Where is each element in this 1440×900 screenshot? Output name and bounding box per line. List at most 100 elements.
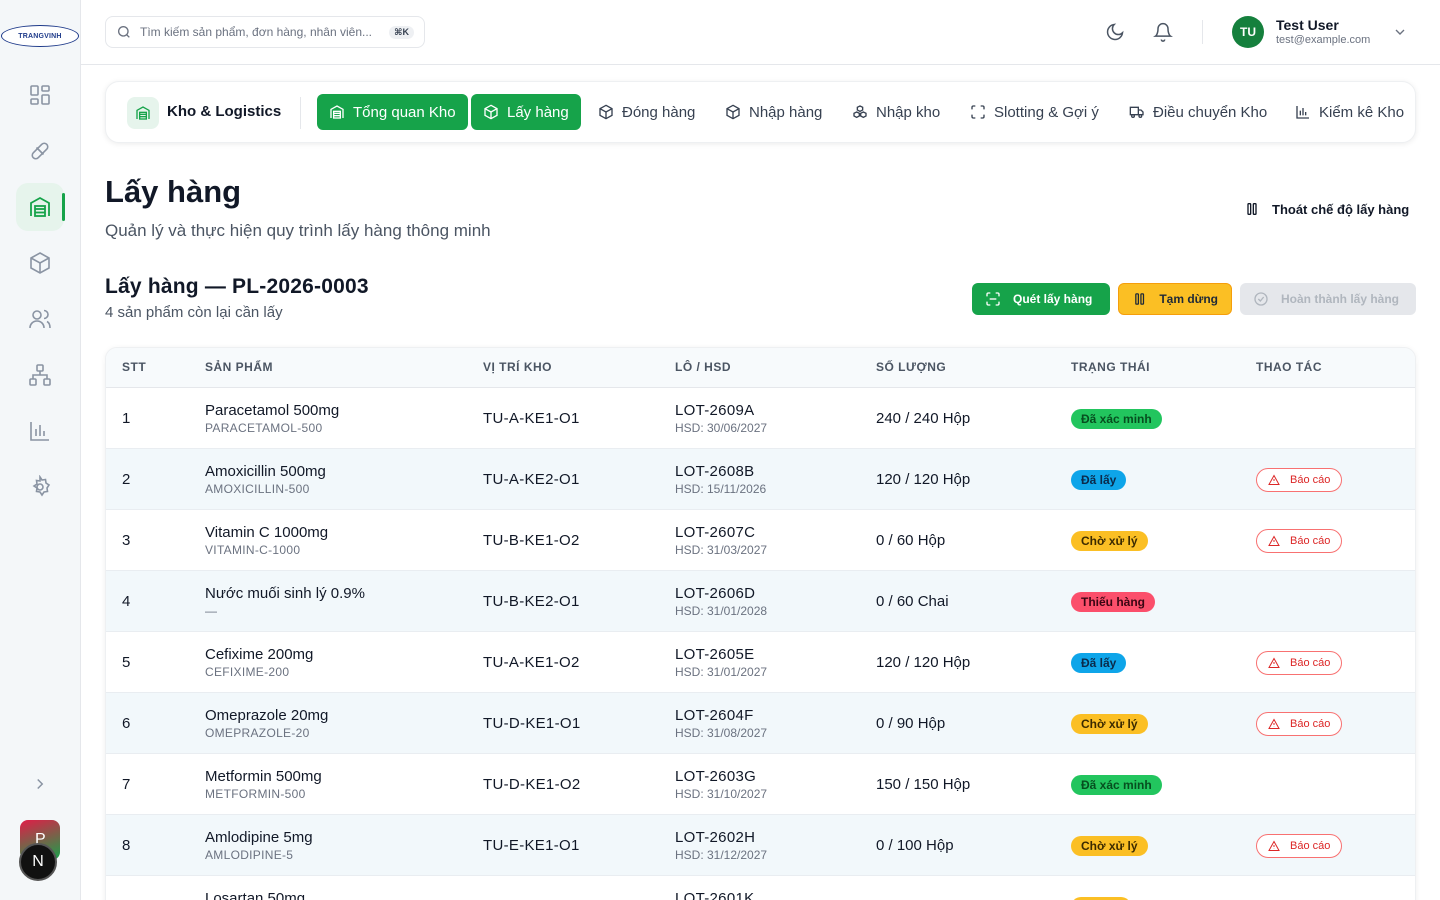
search-box[interactable]: ⌘K [105,16,425,48]
lot-number: LOT-2605E [675,646,755,663]
report-button[interactable]: Báo cáo [1256,529,1342,553]
warning-icon [1268,474,1280,485]
row-index: 2 [122,471,131,488]
table-row[interactable]: 9Losartan 50mgLOT-2601K [106,876,1415,900]
nav-users[interactable] [16,295,64,343]
col-location: VỊ TRÍ KHO [483,360,553,374]
product-name: Losartan 50mg [205,890,306,900]
tab-label: Kiểm kê Kho [1319,103,1405,121]
status-badge: Đã xác minh [1071,775,1162,795]
user-avatar-small[interactable]: N [19,843,57,881]
product-code: VITAMIN-C-1000 [205,543,301,557]
status-badge: Đã xác minh [1071,409,1162,429]
expand-sidebar-button[interactable] [28,772,52,796]
package-icon [599,104,613,120]
warehouse-icon [127,97,159,129]
complete-picking-button[interactable]: Hoàn thành lấy hàng [1240,283,1416,315]
search-icon [118,26,130,38]
product-code: METFORMIN-500 [205,787,306,801]
product-name: Amlodipine 5mg [205,829,313,846]
nav-dashboard[interactable] [16,71,64,119]
expiry-date: HSD: 31/08/2027 [675,726,768,740]
pick-table: STT SẢN PHẨM VỊ TRÍ KHO LÔ / HSD SỐ LƯỢN… [105,347,1416,900]
product-code: — [205,604,218,618]
report-label: Báo cáo [1290,718,1331,730]
col-lot: LÔ / HSD [675,360,732,374]
warehouse-icon [30,196,50,217]
warning-icon [1268,657,1280,668]
exit-label: Thoát chế độ lấy hàng [1272,201,1410,217]
tab-receiving[interactable]: Nhập hàng [713,94,834,130]
product-code: AMOXICILLIN-500 [205,482,310,496]
table-row[interactable]: 5 Cefixime 200mg CEFIXIME-200 TU-A-KE1-O2 LO… [106,632,1415,693]
product-name: Metformin 500mg [205,768,322,785]
tab-packing[interactable]: Đóng hàng [586,94,707,130]
tab-slotting[interactable]: Slotting & Gợi ý [958,94,1111,130]
pill-icon [31,142,49,160]
brand-logo[interactable]: TRANGVINH [1,25,79,47]
report-button[interactable]: Báo cáo [1256,468,1342,492]
col-stt: STT [122,360,147,374]
table-row[interactable]: 2 Amoxicillin 500mg AMOXICILLIN-500 TU-A-KE… [106,449,1415,510]
tab-putaway[interactable]: Nhập kho [840,94,952,130]
theme-toggle[interactable] [1103,20,1127,44]
tab-picking[interactable]: Lấy hàng [471,94,581,130]
nav-products[interactable] [16,239,64,287]
lot-number: LOT-2607C [675,524,756,541]
nav-pharmacy[interactable] [16,127,64,175]
quantity: 0 / 90 Hộp [876,715,946,732]
row-index: 1 [122,410,131,427]
product-code: OMEPRAZOLE-20 [205,726,310,740]
table-row[interactable]: 7 Metformin 500mg METFORMIN-500 TU-D-KE1-O2… [106,754,1415,815]
table-row[interactable]: 3 Vitamin C 1000mg VITAMIN-C-1000 TU-B-KE1-… [106,510,1415,571]
user-name[interactable]: Test User [1276,17,1339,33]
tab-stocktake[interactable]: Kiểm kê Kho [1283,94,1416,130]
user-avatar[interactable]: TU [1232,16,1264,48]
tab-warehouse-overview[interactable]: Tổng quan Kho [317,94,468,130]
col-actions: THAO TÁC [1256,360,1322,374]
row-index: 5 [122,654,131,671]
shortcut-badge: ⌘K [389,25,414,39]
product-name: Nước muối sinh lý 0.9% [205,585,365,602]
col-quantity: SỐ LƯỢNG [876,360,947,374]
notifications-button[interactable] [1151,20,1175,44]
logo-text: TRANGVINH [18,32,62,40]
quantity: 120 / 120 Hộp [876,654,971,671]
tab-label: Tổng quan Kho [353,103,456,121]
expiry-date: HSD: 15/11/2026 [675,482,767,496]
search-input[interactable] [140,25,390,39]
table-row[interactable]: 8 Amlodipine 5mg AMLODIPINE-5 TU-E-KE1-O1 LO… [106,815,1415,876]
bin-location: TU-D-KE1-O1 [483,715,581,732]
lot-number: LOT-2604F [675,707,754,724]
top-bar: ⌘K TU Test User test@example.com [81,0,1440,65]
pause-button[interactable]: Tạm dừng [1118,283,1232,315]
nav-settings[interactable] [16,463,64,511]
nav-reports[interactable] [16,407,64,455]
product-name: Vitamin C 1000mg [205,524,329,541]
status-badge: Chờ xử lý [1071,714,1148,734]
table-row[interactable]: 1 Paracetamol 500mg PARACETAMOL-500 TU-A-KE… [106,388,1415,449]
exit-picking-mode-button[interactable]: Thoát chế độ lấy hàng [1232,193,1421,225]
picklist-title: Lấy hàng — PL-2026-0003 [105,275,369,298]
report-button[interactable]: Báo cáo [1256,651,1342,675]
nav-warehouse[interactable] [16,183,65,231]
expiry-date: HSD: 31/10/2027 [675,787,768,801]
quantity: 120 / 120 Hộp [876,471,971,488]
expiry-date: HSD: 31/03/2027 [675,543,768,557]
expiry-date: HSD: 31/01/2027 [675,665,768,679]
tab-label: Slotting & Gợi ý [994,103,1099,121]
lot-number: LOT-2603G [675,768,757,785]
bin-location: TU-A-KE1-O1 [483,410,580,427]
report-button[interactable]: Báo cáo [1256,834,1342,858]
nav-organization[interactable] [16,351,64,399]
tab-transfer[interactable]: Điều chuyển Kho [1117,94,1279,130]
lot-number: LOT-2609A [675,402,755,419]
scan-pick-button[interactable]: Quét lấy hàng [972,283,1110,315]
warning-icon [1268,840,1280,851]
table-row[interactable]: 6 Omeprazole 20mg OMEPRAZOLE-20 TU-D-KE1-O1… [106,693,1415,754]
table-row[interactable]: 4 Nước muối sinh lý 0.9% — TU-B-KE2-O1 LOT-2… [106,571,1415,632]
report-button[interactable]: Báo cáo [1256,712,1342,736]
tab-label: Nhập hàng [749,103,823,121]
module-title: Kho & Logistics [167,103,282,120]
chevron-down-icon[interactable] [1392,24,1408,40]
